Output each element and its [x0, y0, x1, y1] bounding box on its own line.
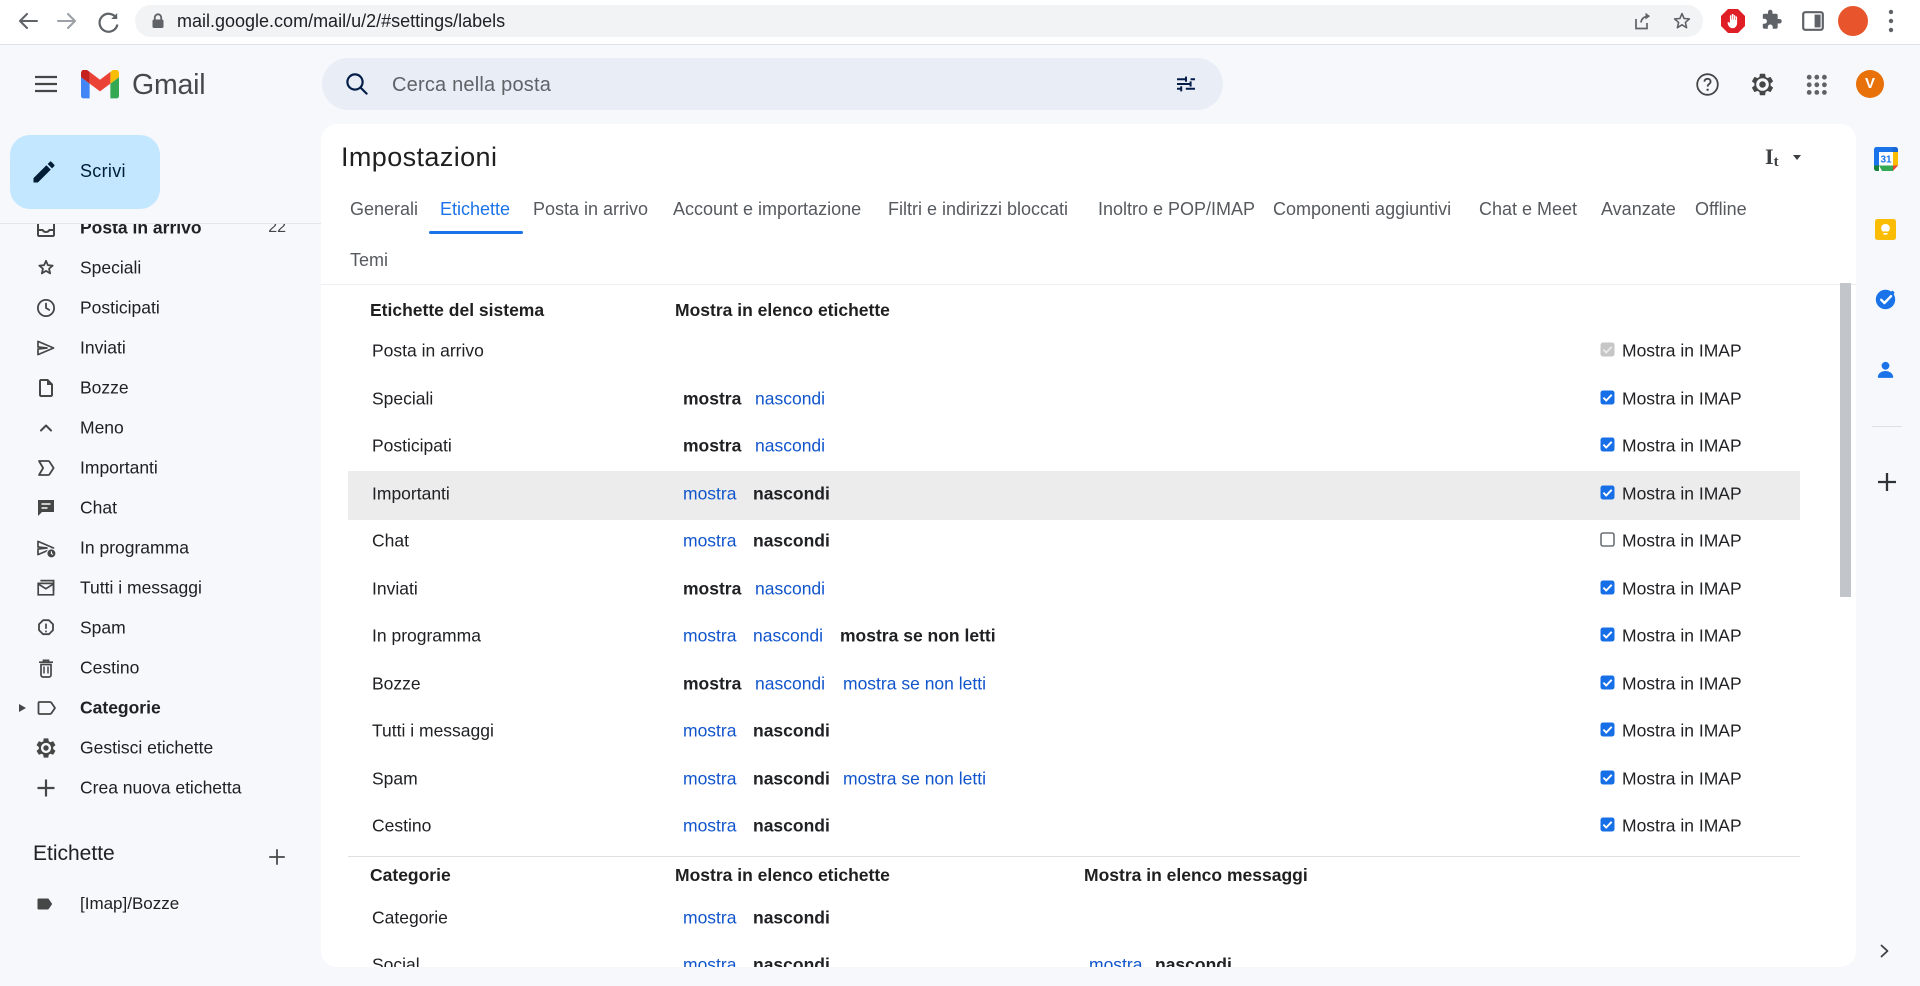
svg-text:31: 31 — [1880, 155, 1892, 166]
